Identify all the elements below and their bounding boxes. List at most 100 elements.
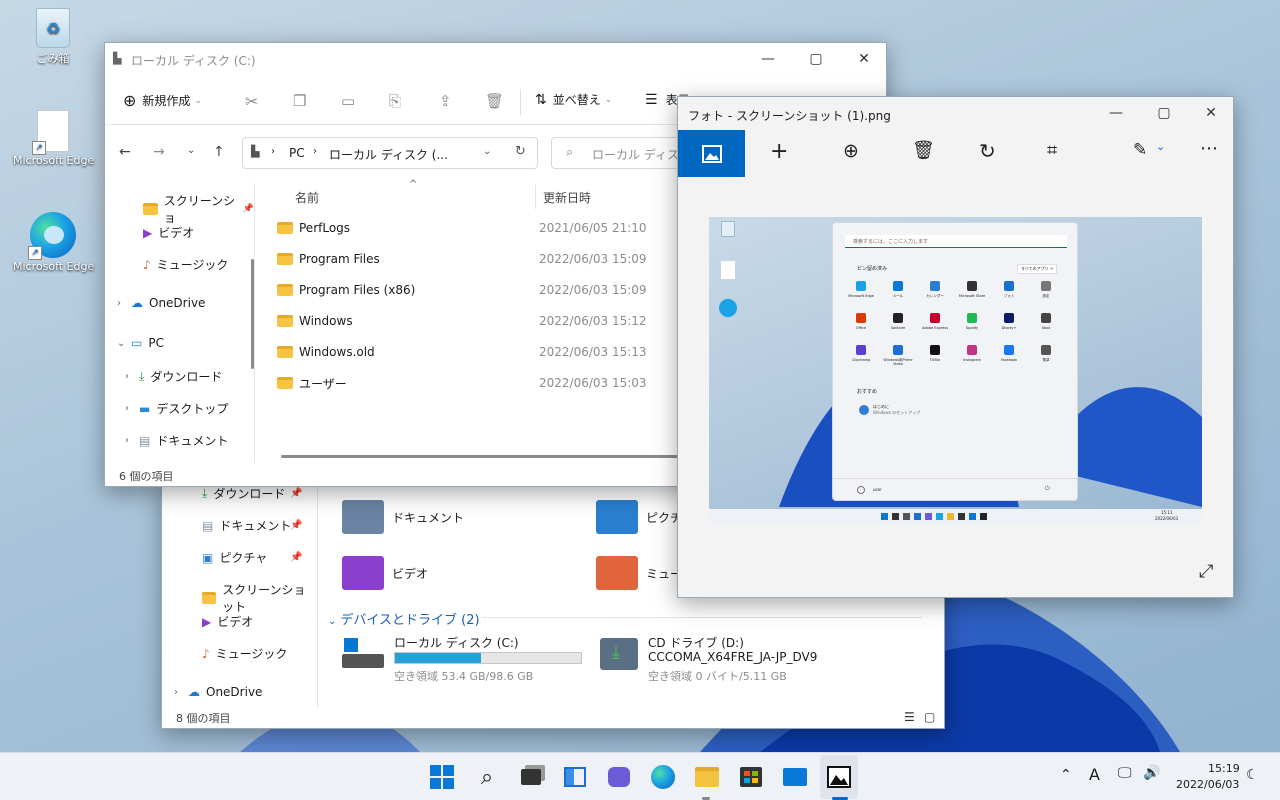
sidebar-item-downloads[interactable]: ⤓ ダウンロード 📌	[202, 485, 302, 502]
nav-item-music[interactable]: ♪ ミュージック	[143, 256, 228, 273]
forward-arrow-icon[interactable]: →	[153, 144, 165, 160]
up-arrow-icon[interactable]: ↑	[213, 144, 225, 160]
network-icon[interactable]: 🖵	[1118, 765, 1132, 781]
file-row[interactable]: Program Files (x86) 2022/06/03 15:09	[277, 278, 737, 302]
minimize-button[interactable]: —	[745, 43, 791, 75]
file-date: 2022/06/03 15:13	[539, 345, 647, 359]
column-header-name[interactable]: 名前	[295, 189, 319, 206]
copy-icon[interactable]: ❐	[293, 92, 306, 110]
chat-icon[interactable]	[605, 763, 633, 791]
chevron-down-icon[interactable]: ⌄	[117, 338, 131, 349]
chevron-up-icon[interactable]: ⌃	[1060, 767, 1072, 783]
nav-scrollbar[interactable]	[251, 259, 254, 369]
drive-c[interactable]: ローカル ディスク (C:) 空き領域 53.4 GB/98.6 GB	[342, 634, 582, 684]
address-bar[interactable]: ▙ › PC › ローカル ディスク (... ⌄ ↻	[242, 137, 538, 169]
close-button[interactable]: ✕	[841, 43, 886, 75]
file-explorer-icon[interactable]	[693, 763, 721, 791]
delete-icon[interactable]: 🗑	[485, 92, 504, 110]
clock-date[interactable]: 2022/06/03	[1176, 778, 1239, 791]
volume-icon[interactable]: 🔊	[1143, 765, 1160, 781]
zoom-in-icon[interactable]: ⊕	[843, 140, 859, 162]
sidebar-item-documents[interactable]: ▤ ドキュメント 📌	[202, 517, 302, 534]
file-row[interactable]: Program Files 2022/06/03 15:09	[277, 247, 737, 271]
ime-indicator[interactable]: A	[1089, 765, 1100, 784]
start-icon[interactable]	[428, 763, 456, 791]
file-row[interactable]: Windows 2022/06/03 15:12	[277, 309, 737, 333]
chevron-down-icon[interactable]: ⌄	[1156, 140, 1165, 153]
sidebar-item-videos[interactable]: ▶ ビデオ	[202, 613, 253, 630]
photos-app-icon[interactable]	[825, 763, 853, 791]
fullscreen-icon[interactable]: ⤢	[1199, 561, 1213, 582]
drive-volume-label: CCCOMA_X64FRE_JA-JP_DV9	[648, 650, 818, 664]
sidebar-item-onedrive[interactable]: › ☁ OneDrive	[174, 685, 262, 699]
details-view-icon[interactable]: ☰	[904, 710, 915, 724]
paste-icon[interactable]: ▭	[341, 92, 355, 110]
folder-tile-documents[interactable]: ドキュメント	[342, 500, 464, 534]
breadcrumb-pc[interactable]: PC	[289, 146, 305, 160]
chevron-right-icon[interactable]: ›	[125, 435, 139, 446]
nav-item-pc[interactable]: ⌄ ▭ PC	[117, 336, 164, 350]
sidebar-item-music[interactable]: ♪ ミュージック	[202, 645, 287, 662]
chevron-right-icon[interactable]: ›	[174, 687, 188, 698]
tiles-view-icon[interactable]: ▢	[924, 710, 935, 724]
nav-item-videos[interactable]: ▶ ビデオ	[143, 224, 194, 241]
edge-icon[interactable]	[649, 763, 677, 791]
nav-item-desktop[interactable]: › ▬ デスクトップ	[125, 400, 228, 417]
photo-image[interactable]: 検索するには、ここに入力します ピン留め済み すべてのアプリ > Microso…	[709, 217, 1202, 525]
add-icon[interactable]: +	[770, 139, 788, 164]
mail-icon[interactable]	[781, 763, 809, 791]
sort-button[interactable]: ⇅ 並べ替え ⌄	[535, 91, 612, 108]
chevron-right-icon[interactable]: ›	[125, 371, 139, 382]
edge-shortcut-icon[interactable]: ↗ Microsoft Edge	[13, 212, 94, 273]
horizontal-scrollbar[interactable]	[281, 455, 701, 458]
download-icon: ⤓	[202, 486, 208, 500]
file-row[interactable]: ユーザー 2022/06/03 15:03	[277, 371, 737, 395]
rotate-icon[interactable]: ↻	[979, 139, 996, 163]
chevron-right-icon[interactable]: ›	[117, 298, 131, 309]
sidebar-item-pictures[interactable]: ▣ ピクチャ 📌	[202, 549, 302, 566]
cut-icon[interactable]: ✂	[245, 92, 258, 111]
column-divider[interactable]	[535, 185, 536, 209]
close-button[interactable]: ✕	[1188, 97, 1233, 129]
breadcrumb-drive[interactable]: ローカル ディスク (...	[329, 146, 448, 163]
new-button[interactable]: ⊕ 新規作成 ⌄	[123, 91, 202, 110]
store-icon[interactable]	[737, 763, 765, 791]
clock-time[interactable]: 15:19	[1208, 762, 1240, 775]
photos-window[interactable]: フォト - スクリーンショット (1).png — ▢ ✕ + ⊕ 🗑 ↻ ⌗ …	[677, 96, 1234, 598]
refresh-icon[interactable]: ↻	[515, 144, 526, 159]
nav-item-downloads[interactable]: › ⤓ ダウンロード	[125, 368, 222, 385]
maximize-button[interactable]: ▢	[793, 43, 839, 75]
thumb-start-menu: 検索するには、ここに入力します ピン留め済み すべてのアプリ > Microso…	[832, 222, 1078, 501]
rename-icon[interactable]: ⎘	[389, 92, 401, 110]
nav-item-screenshots[interactable]: スクリーンショ 📌	[143, 192, 254, 226]
search-icon[interactable]: ⌕	[473, 763, 501, 791]
back-arrow-icon[interactable]: ←	[119, 144, 131, 160]
edge-shortcut-file-icon[interactable]: ↗ Microsoft Edge	[13, 110, 94, 167]
minimize-button[interactable]: —	[1093, 97, 1139, 129]
more-icon[interactable]: ⋯	[1200, 138, 1218, 159]
section-devices-drives[interactable]: ⌄ デバイスとドライブ (2)	[328, 609, 480, 628]
file-row[interactable]: Windows.old 2022/06/03 15:13	[277, 340, 737, 364]
chevron-right-icon[interactable]: ›	[125, 403, 139, 414]
nav-item-documents[interactable]: › ▤ ドキュメント	[125, 432, 228, 449]
widgets-icon[interactable]	[561, 763, 589, 791]
moon-icon[interactable]: ☾	[1246, 767, 1259, 783]
folder-tile-music[interactable]: ミュー	[596, 556, 682, 590]
column-header-date[interactable]: 更新日時	[543, 189, 591, 206]
image-icon[interactable]	[678, 130, 745, 177]
chevron-down-icon[interactable]: ⌄	[483, 146, 491, 157]
file-row[interactable]: PerfLogs 2021/06/05 21:10	[277, 216, 737, 240]
folder-tile-videos[interactable]: ビデオ	[342, 556, 428, 590]
drive-d[interactable]: ⤓ CD ドライブ (D:) CCCOMA_X64FRE_JA-JP_DV9 空…	[600, 634, 840, 684]
share-icon[interactable]: ⇪	[439, 92, 452, 110]
recent-chevron-icon[interactable]: ⌄	[187, 145, 195, 156]
thumb-app-icon	[893, 345, 903, 355]
task-view-icon[interactable]	[517, 763, 545, 791]
sidebar-item-screenshots[interactable]: スクリーンショット	[202, 581, 317, 615]
crop-icon[interactable]: ⌗	[1047, 140, 1057, 161]
nav-item-onedrive[interactable]: › ☁ OneDrive	[117, 296, 205, 310]
edit-icon[interactable]: ✎	[1133, 140, 1147, 160]
delete-icon[interactable]: 🗑	[912, 140, 935, 161]
recycle-bin-icon[interactable]: ♻ ごみ箱	[13, 8, 93, 66]
maximize-button[interactable]: ▢	[1141, 97, 1187, 129]
